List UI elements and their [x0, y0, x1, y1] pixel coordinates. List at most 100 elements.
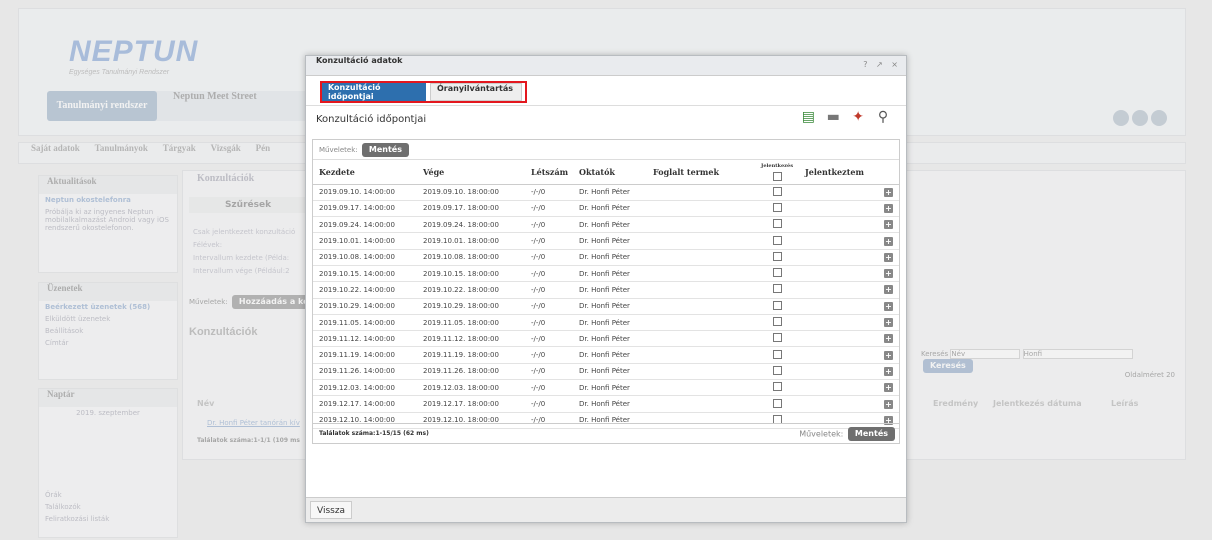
register-checkbox[interactable]: [772, 251, 782, 261]
row-expand-icon[interactable]: +: [884, 236, 893, 246]
register-checkbox[interactable]: [772, 365, 782, 375]
menu-item[interactable]: Pén: [256, 143, 271, 153]
row-expand-icon[interactable]: +: [884, 269, 893, 279]
messages-item[interactable]: Beérkezett üzenetek (568): [39, 301, 177, 313]
table-row[interactable]: 2019.11.26. 14:00:00 2019.11.26. 18:00:00…: [313, 363, 899, 381]
back-button[interactable]: Vissza: [310, 501, 353, 519]
filter-header[interactable]: Szűrések: [189, 197, 307, 213]
row-expand-icon[interactable]: +: [884, 383, 893, 393]
col-register[interactable]: Jelentkezés: [755, 160, 799, 185]
register-checkbox[interactable]: [772, 333, 782, 343]
globe-icon[interactable]: [1132, 110, 1148, 126]
col-instructors[interactable]: Oktatók: [573, 160, 647, 185]
table-row[interactable]: 2019.12.03. 14:00:00 2019.12.03. 18:00:00…: [313, 379, 899, 397]
export-xls-icon[interactable]: ▤: [799, 107, 817, 127]
help-icon[interactable]: ?: [863, 60, 867, 69]
row-expand-icon[interactable]: +: [884, 187, 893, 197]
register-checkbox[interactable]: [772, 219, 782, 229]
news-link[interactable]: Neptun okostelefonra: [39, 194, 177, 206]
print-icon[interactable]: ▬: [824, 107, 842, 127]
row-expand-icon[interactable]: +: [884, 203, 893, 213]
select-all-checkbox[interactable]: [772, 172, 782, 181]
col-start[interactable]: Kezdete: [313, 160, 417, 185]
col-end[interactable]: Vége: [417, 160, 525, 185]
table-row[interactable]: 2019.11.19. 14:00:00 2019.11.19. 18:00:00…: [313, 346, 899, 364]
search-button[interactable]: Keresés: [923, 359, 973, 373]
table-row[interactable]: 2019.11.12. 14:00:00 2019.11.12. 18:00:00…: [313, 330, 899, 348]
cell-instructor: Dr. Honfi Péter: [573, 346, 647, 364]
col-name[interactable]: Név: [197, 399, 214, 408]
col-registered[interactable]: Jelentkeztem: [799, 160, 899, 185]
table-row[interactable]: 2019.10.15. 14:00:00 2019.10.15. 18:00:00…: [313, 265, 899, 283]
cell-end: 2019.11.19. 18:00:00: [417, 346, 525, 364]
save-button[interactable]: Mentés: [361, 143, 409, 157]
popout-icon[interactable]: ↗: [876, 60, 883, 69]
col-headcount[interactable]: Létszám: [525, 160, 573, 185]
menu-item[interactable]: Tárgyak: [163, 143, 196, 153]
close-icon[interactable]: ×: [891, 60, 898, 69]
cell-headcount: -/-/0: [525, 200, 573, 218]
system-tab[interactable]: Tanulmányi rendszer: [47, 91, 157, 121]
search-icon[interactable]: ⚲: [874, 107, 892, 127]
menu-item[interactable]: Vizsgák: [211, 143, 241, 153]
search-field-select[interactable]: Név: [950, 349, 1021, 359]
row-expand-icon[interactable]: +: [884, 318, 893, 328]
register-checkbox[interactable]: [772, 202, 782, 212]
row-expand-icon[interactable]: +: [884, 252, 893, 262]
col-date[interactable]: Jelentkezés dátuma: [993, 399, 1082, 408]
row-expand-icon[interactable]: +: [884, 285, 893, 295]
register-checkbox[interactable]: [772, 300, 782, 310]
calendar-check[interactable]: Órák: [39, 489, 177, 501]
times-table: Kezdete Vége Létszám Oktatók Foglalt ter…: [313, 160, 899, 429]
table-row[interactable]: 2019.10.01. 14:00:00 2019.10.01. 18:00:00…: [313, 232, 899, 250]
row-expand-icon[interactable]: +: [884, 301, 893, 311]
col-desc[interactable]: Leírás: [1111, 399, 1138, 408]
table-row[interactable]: 2019.09.17. 14:00:00 2019.09.17. 18:00:00…: [313, 200, 899, 218]
cell-register: [755, 330, 799, 348]
calendar-check[interactable]: Találkozók: [39, 501, 177, 513]
register-checkbox[interactable]: [772, 317, 782, 327]
row-expand-icon[interactable]: +: [884, 220, 893, 230]
server-name: Neptun Meet Street: [173, 91, 257, 102]
row-expand-icon[interactable]: +: [884, 334, 893, 344]
news-title: Aktualitások: [39, 176, 177, 194]
table-row[interactable]: 2019.09.24. 14:00:00 2019.09.24. 18:00:00…: [313, 216, 899, 234]
table-row[interactable]: 2019.10.29. 14:00:00 2019.10.29. 18:00:00…: [313, 298, 899, 315]
register-checkbox[interactable]: [772, 349, 782, 359]
row-expand-icon[interactable]: +: [884, 399, 893, 409]
menu-item[interactable]: Tanulmányok: [95, 143, 148, 153]
register-checkbox[interactable]: [772, 235, 782, 245]
register-checkbox[interactable]: [772, 186, 782, 196]
settings-icon[interactable]: [1151, 110, 1167, 126]
row-expand-icon[interactable]: +: [884, 350, 893, 360]
search-input[interactable]: Honfi: [1022, 349, 1133, 359]
col-result[interactable]: Eredmény: [933, 399, 978, 408]
help-icon[interactable]: [1113, 110, 1129, 126]
messages-item[interactable]: Elküldött üzenetek: [39, 313, 177, 325]
table-row[interactable]: 2019.10.22. 14:00:00 2019.10.22. 18:00:00…: [313, 281, 899, 299]
col-rooms[interactable]: Foglalt termek: [647, 160, 755, 185]
table-row[interactable]: 2019.11.05. 14:00:00 2019.11.05. 18:00:00…: [313, 314, 899, 332]
page-size[interactable]: Oldalméret 20: [1125, 371, 1175, 379]
cell-rooms: [647, 330, 755, 348]
cell-registered: +: [799, 232, 899, 250]
register-checkbox[interactable]: [772, 398, 782, 408]
cell-headcount: -/-/0: [525, 379, 573, 397]
messages-item[interactable]: Beállítások: [39, 325, 177, 337]
row-expand-icon[interactable]: +: [884, 366, 893, 376]
messages-item[interactable]: Címtár: [39, 337, 177, 349]
table-row[interactable]: 2019.09.10. 14:00:00 2019.09.10. 18:00:00…: [313, 184, 899, 201]
register-checkbox[interactable]: [772, 268, 782, 278]
table-row[interactable]: 2019.12.17. 14:00:00 2019.12.17. 18:00:00…: [313, 395, 899, 413]
menu-item[interactable]: Saját adatok: [31, 143, 80, 153]
register-checkbox[interactable]: [772, 382, 782, 392]
grid-footer: Találatok száma:1-15/15 (62 ms) Művelete…: [313, 423, 899, 443]
row-name-link[interactable]: Dr. Honfi Péter tanórán kív: [207, 419, 300, 427]
tabs-highlight-box: [320, 81, 527, 103]
table-row[interactable]: 2019.10.08. 14:00:00 2019.10.08. 18:00:00…: [313, 249, 899, 266]
register-checkbox[interactable]: [772, 284, 782, 294]
calendar-grid[interactable]: [39, 419, 177, 489]
save-button-bottom[interactable]: Mentés: [847, 427, 895, 441]
pin-icon[interactable]: ✦: [849, 107, 867, 127]
calendar-check[interactable]: Feliratkozási listák: [39, 513, 177, 525]
